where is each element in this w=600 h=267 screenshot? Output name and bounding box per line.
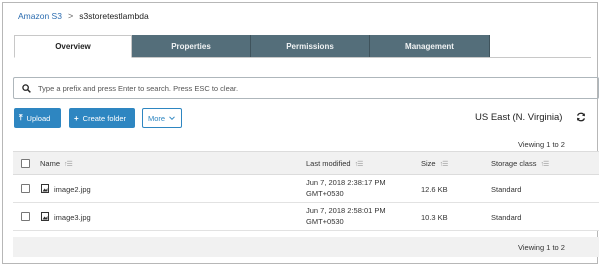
create-folder-button-label: Create folder: [82, 113, 127, 123]
tab-properties[interactable]: Properties: [132, 35, 251, 58]
more-button[interactable]: More: [142, 108, 182, 128]
column-header-last-modified-label: Last modified: [306, 159, 351, 168]
more-button-label: More: [148, 113, 166, 123]
upload-button-label: Upload: [26, 113, 51, 123]
column-header-name-label: Name: [40, 159, 61, 168]
breadcrumb: Amazon S3 > s3storetestlambda: [18, 11, 149, 21]
select-all-checkbox[interactable]: [21, 159, 30, 168]
breadcrumb-amazon-s3-link[interactable]: Amazon S3: [18, 11, 62, 21]
column-header-name[interactable]: Name ↑☰: [40, 159, 73, 168]
sort-icon: ↑☰: [540, 160, 549, 168]
image-file-icon: [41, 212, 49, 221]
sort-icon: ↑☰: [439, 160, 449, 168]
last-modified-date: Jun 7, 2018 2:58:01 PM: [306, 206, 386, 215]
last-modified-timezone: GMT+0530: [306, 188, 344, 198]
search-bar[interactable]: [13, 77, 599, 99]
tab-overview[interactable]: Overview: [14, 35, 132, 58]
column-header-size-label: Size: [421, 159, 436, 168]
storage-class-cell: Standard: [491, 185, 522, 194]
upload-button[interactable]: ⤒ Upload: [14, 108, 61, 128]
last-modified-timezone: GMT+0530: [306, 216, 344, 226]
storage-class-cell: Standard: [491, 213, 522, 222]
column-header-storage-class[interactable]: Storage class ↑☰: [491, 159, 549, 168]
search-input[interactable]: [38, 79, 598, 97]
viewing-count-top: Viewing 1 to 2: [518, 140, 565, 149]
app-frame: Amazon S3 > s3storetestlambda Overview P…: [2, 2, 599, 264]
row-checkbox[interactable]: [21, 184, 30, 193]
table-row[interactable]: image3.jpg Jun 7, 2018 2:58:01 PM GMT+05…: [13, 203, 599, 231]
plus-icon: +: [74, 113, 79, 123]
sort-icon: ↑☰: [354, 160, 364, 168]
column-header-last-modified[interactable]: Last modified ↑☰: [306, 159, 364, 168]
upload-icon: ⤒: [19, 113, 23, 122]
object-name[interactable]: image3.jpg: [54, 213, 91, 222]
chevron-down-icon: [169, 116, 175, 121]
viewing-count-bottom: Viewing 1 to 2: [518, 243, 565, 252]
breadcrumb-bucket-name: s3storetestlambda: [79, 11, 149, 21]
breadcrumb-separator: >: [67, 11, 74, 21]
column-header-size[interactable]: Size ↑☰: [421, 159, 449, 168]
last-modified-cell: Jun 7, 2018 2:38:17 PM GMT+0530: [306, 178, 386, 199]
table-row[interactable]: image2.jpg Jun 7, 2018 2:38:17 PM GMT+05…: [13, 175, 599, 203]
region-label: US East (N. Virginia): [475, 112, 563, 123]
row-checkbox[interactable]: [21, 212, 30, 221]
table-footer: [13, 237, 599, 257]
image-file-icon: [41, 184, 49, 193]
last-modified-date: Jun 7, 2018 2:38:17 PM: [306, 178, 386, 187]
column-header-storage-class-label: Storage class: [491, 159, 537, 168]
search-icon: [22, 83, 31, 93]
create-folder-button[interactable]: + Create folder: [69, 108, 135, 128]
object-name[interactable]: image2.jpg: [54, 185, 91, 194]
size-cell: 12.6 KB: [421, 185, 448, 194]
last-modified-cell: Jun 7, 2018 2:58:01 PM GMT+0530: [306, 206, 386, 227]
tab-permissions[interactable]: Permissions: [251, 35, 370, 58]
sort-icon: ↑☰: [64, 160, 73, 168]
table-header: Name ↑☰ Last modified ↑☰ Size ↑☰ Storage…: [13, 151, 599, 175]
refresh-icon[interactable]: [576, 112, 586, 122]
tab-management[interactable]: Management: [370, 35, 490, 58]
size-cell: 10.3 KB: [421, 213, 448, 222]
